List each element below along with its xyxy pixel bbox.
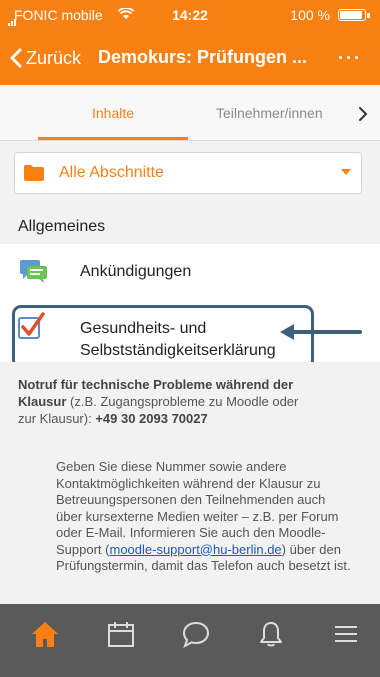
notice-section: Notruf für technische Probleme während d… [0, 362, 380, 604]
status-bar: FONIC mobile 14:22 100 % [0, 0, 380, 42]
tab-bar: Inhalte Teilnehmer/innen [0, 85, 380, 141]
chevron-right-icon[interactable] [358, 106, 368, 122]
folder-icon [24, 165, 44, 181]
chevron-left-icon [10, 48, 22, 68]
caret-down-icon [341, 169, 351, 175]
calendar-icon[interactable] [107, 620, 135, 648]
back-button[interactable]: Zurück [10, 46, 81, 70]
forum-icon [20, 260, 47, 283]
battery-percent: 100 % [290, 7, 330, 23]
bottom-tab-bar [0, 604, 380, 677]
active-tab-indicator [38, 137, 188, 140]
navigation-bar: Zurück Demokurs: Prüfungen ... ··· [0, 30, 380, 85]
section-select-value: Alle Abschnitte [59, 164, 164, 181]
notice-phone: +49 30 2093 70027 [95, 411, 208, 426]
tab-inhalte[interactable]: Inhalte [92, 105, 134, 121]
arrow-left-icon [280, 324, 362, 340]
highlight-box [12, 305, 314, 369]
notice-paragraph: Geben Sie diese Nummer sowie andere Kont… [56, 459, 352, 575]
section-heading: Allgemeines [18, 218, 106, 235]
page-title: Demokurs: Prüfungen ... [98, 47, 308, 67]
list-item-label: Ankündigungen [80, 263, 192, 280]
more-options-button[interactable]: ··· [338, 48, 362, 69]
chat-icon[interactable] [182, 620, 210, 648]
notice-lead: Notruf für technische Probleme während d… [18, 376, 318, 427]
list-item-announcements[interactable]: Ankündigungen [0, 244, 380, 301]
home-icon[interactable] [31, 620, 59, 648]
bell-icon[interactable] [257, 620, 285, 648]
menu-icon[interactable] [332, 620, 360, 648]
section-select[interactable]: Alle Abschnitte [14, 152, 362, 194]
battery-icon [338, 9, 370, 21]
tab-teilnehmer[interactable]: Teilnehmer/innen [216, 105, 323, 121]
back-label: Zurück [26, 47, 82, 68]
support-email-link[interactable]: moodle-support@hu-berlin.de [109, 542, 281, 557]
